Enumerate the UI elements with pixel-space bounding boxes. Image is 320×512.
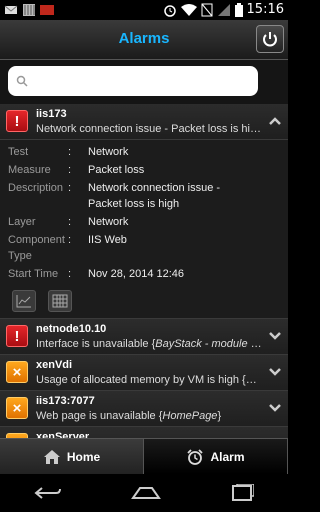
chevron-down-icon[interactable] [268,331,282,341]
alarm-host: netnode10.10 [36,323,107,335]
major-severity-icon: × [6,361,28,383]
detail-actions [12,290,288,312]
detail-value: IIS Web [88,234,127,246]
detail-label: Measure [8,164,51,176]
alarm-clock-icon [163,4,176,17]
detail-colon: : [68,146,72,158]
detail-colon: : [68,268,72,280]
detail-row-component-type: Component Type : IIS Web [0,232,288,264]
home-nav-icon[interactable] [131,486,161,500]
tab-home[interactable]: Home [0,438,144,474]
detail-value: Network connection issue - Packet loss i… [88,182,221,210]
clock-time: 15:16 [246,2,284,17]
search-input[interactable] [32,73,258,89]
detail-value: Network [88,216,129,228]
alarm-row[interactable]: × xenVdi Usage of allocated memory by VM… [0,355,288,391]
bottom-tab-bar: Home Alarm [0,438,288,474]
calendar-grid-icon [52,294,68,308]
alarm-row[interactable]: ! netnode10.10 Interface is unavailable … [0,319,288,355]
line-chart-icon [16,295,31,308]
detail-label: Test [8,146,29,158]
alarm-row[interactable]: ! iis173 Network connection issue - Pack… [0,104,288,140]
alarm-description: Usage of allocated memory by VM is high … [36,374,262,386]
detail-colon: : [68,234,72,246]
detail-label: Start Time [8,268,59,280]
alarm-host: xenServer [36,431,90,438]
search-box[interactable] [8,66,258,96]
detail-colon: : [68,216,72,228]
notification-gmail-icon [4,5,18,14]
chevron-down-icon[interactable] [268,403,282,413]
tab-home-label: Home [66,449,101,464]
tab-alarm[interactable]: Alarm [144,438,288,474]
detail-colon: : [68,164,72,176]
title-bar: Alarms [0,20,288,60]
detail-row-description: Description : Network connection issue -… [0,180,288,212]
no-sim-icon [201,3,213,16]
search-icon [16,75,28,87]
graph-button[interactable] [12,290,36,312]
alarm-description: Network connection issue - Packet loss i… [36,123,261,135]
back-icon[interactable] [34,485,62,501]
signal-icon [217,3,230,16]
search-bar [0,60,288,104]
home-icon [43,449,60,464]
detail-row-layer: Layer : Network [0,214,288,230]
calendar-button[interactable] [48,290,72,312]
tab-alarm-label: Alarm [210,449,245,464]
status-bar: 15:16 [0,0,288,20]
alarm-host: iis173:7077 [36,395,95,407]
alarm-clock-icon [187,448,204,465]
critical-severity-icon: ! [6,325,28,347]
system-nav-bar [0,474,288,512]
detail-row-test: Test : Network [0,144,288,160]
alarm-description: Interface is unavailable {BayStack - mod… [36,338,262,350]
detail-row-start-time: Start Time : Nov 28, 2014 12:46 [0,266,288,282]
notification-app-icon [40,5,54,15]
alarm-description: Web page is unavailable {HomePage} [36,410,222,422]
detail-value: Network [88,146,129,158]
detail-label: Description [8,182,64,194]
detail-colon: : [68,182,72,194]
chevron-down-icon[interactable] [268,367,282,377]
page-title: Alarms [118,30,170,47]
alarm-row[interactable]: × iis173:7077 Web page is unavailable {H… [0,391,288,427]
notification-stripes-icon [23,4,35,16]
alarm-details: Test : Network Measure : Packet loss Des… [0,140,288,319]
battery-icon [234,2,243,17]
alarm-host: xenVdi [36,359,73,371]
detail-value: Packet loss [88,164,145,176]
wifi-icon [180,3,197,16]
chevron-up-icon[interactable] [268,116,282,126]
power-button[interactable] [256,25,284,53]
recent-apps-icon[interactable] [230,484,254,502]
power-icon [263,32,277,47]
major-severity-icon: × [6,397,28,419]
detail-value: Nov 28, 2014 12:46 [88,268,185,280]
detail-label: Component Type [8,234,65,262]
alarm-host: iis173 [36,108,67,120]
detail-label: Layer [8,216,36,228]
detail-row-measure: Measure : Packet loss [0,162,288,178]
alarm-list: ! iis173 Network connection issue - Pack… [0,104,288,438]
alarm-row[interactable]: × xenServer [0,427,288,438]
critical-severity-icon: ! [6,110,28,132]
